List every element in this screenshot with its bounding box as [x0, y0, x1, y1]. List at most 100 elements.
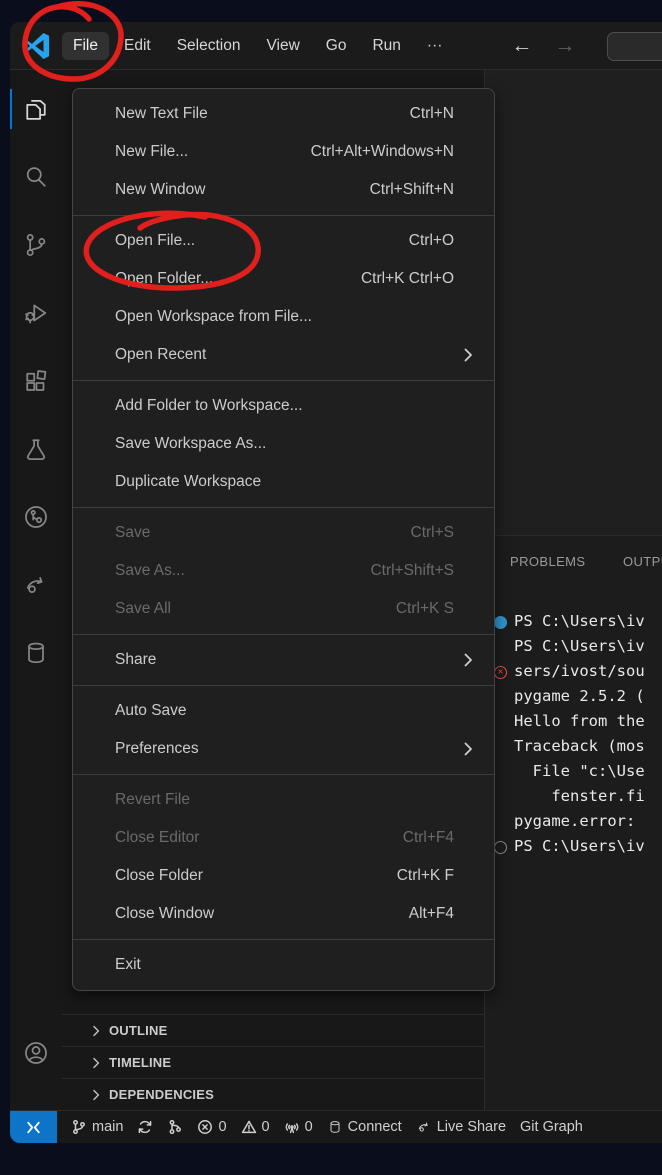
status-item-0[interactable]: 0 — [284, 1119, 313, 1135]
menu-item-add-folder-to-workspace[interactable]: Add Folder to Workspace... — [73, 387, 494, 425]
terminal-line: PS C:\Users\iv — [485, 834, 662, 859]
status-item-main[interactable]: main — [71, 1119, 123, 1135]
menu-item-label: Open Workspace from File... — [115, 308, 312, 326]
menu-item-revert-file: Revert File — [73, 781, 494, 819]
menu-item-auto-save[interactable]: Auto Save — [73, 692, 494, 730]
status-item-git-graph[interactable]: Git Graph — [520, 1119, 583, 1135]
menu-item-label: Add Folder to Workspace... — [115, 397, 303, 415]
menu-item-label: Close Window — [115, 905, 214, 923]
forward-arrow-icon[interactable]: → — [554, 35, 575, 56]
menubar-item-go[interactable]: Go — [315, 32, 358, 60]
menubar-item-selection[interactable]: Selection — [166, 32, 252, 60]
status-item-label: Connect — [348, 1119, 402, 1135]
menu-item-save-workspace-as[interactable]: Save Workspace As... — [73, 425, 494, 463]
menu-item-new-window[interactable]: New WindowCtrl+Shift+N — [73, 171, 494, 209]
menu-item-label: Duplicate Workspace — [115, 473, 261, 491]
menu-item-shortcut: Ctrl+K Ctrl+O — [361, 270, 454, 288]
menu-item-close-window[interactable]: Close WindowAlt+F4 — [73, 895, 494, 933]
status-item-live-share[interactable]: Live Share — [416, 1119, 506, 1135]
menu-item-shortcut: Ctrl+O — [409, 232, 454, 250]
extensions-icon — [22, 367, 50, 395]
menu-item-shortcut: Ctrl+K F — [397, 867, 454, 885]
terminal-marker-error-icon: ✕ — [494, 666, 507, 679]
menu-item-label: Save Workspace As... — [115, 435, 266, 453]
terminal-marker-pending-icon — [494, 841, 507, 854]
tab-problems[interactable]: PROBLEMS — [510, 554, 585, 569]
activity-bar — [10, 70, 62, 1110]
tab-output[interactable]: OUTPUT — [623, 554, 662, 569]
back-arrow-icon[interactable]: ← — [511, 35, 532, 56]
status-item-git-graph[interactable] — [167, 1119, 183, 1135]
terminal-line-text: fenster.fi — [514, 787, 645, 805]
remote-indicator-button[interactable] — [10, 1111, 57, 1144]
menu-item-new-file[interactable]: New File...Ctrl+Alt+Windows+N — [73, 133, 494, 171]
terminal-line-text: Traceback (mos — [514, 737, 645, 755]
sync-icon — [137, 1119, 153, 1135]
terminal-line: ✕sers/ivost/sou — [485, 659, 662, 684]
status-item-label: Git Graph — [520, 1119, 583, 1135]
file-menu-dropdown: New Text FileCtrl+NNew File...Ctrl+Alt+W… — [72, 88, 495, 991]
status-item-label: Live Share — [437, 1119, 506, 1135]
accounts-icon — [22, 1039, 50, 1067]
menu-item-label: Auto Save — [115, 702, 187, 720]
sidebar-section-outline[interactable]: OUTLINE — [62, 1014, 484, 1046]
submenu-chevron-icon — [458, 650, 478, 670]
menu-item-share[interactable]: Share — [73, 641, 494, 679]
activity-item-database[interactable] — [10, 625, 62, 681]
menu-item-open-workspace-from-file[interactable]: Open Workspace from File... — [73, 298, 494, 336]
activity-item-extensions[interactable] — [10, 353, 62, 409]
command-center-search-input[interactable] — [607, 32, 662, 61]
status-bar: main 0 0 0 Connect Live Share Git Graph — [10, 1110, 662, 1143]
menu-item-preferences[interactable]: Preferences — [73, 730, 494, 768]
activity-item-accounts[interactable] — [10, 1025, 62, 1081]
remote-icon — [25, 1119, 42, 1136]
menu-item-save: SaveCtrl+S — [73, 514, 494, 552]
activity-item-live-share[interactable] — [10, 557, 62, 613]
menu-item-label: New Window — [115, 181, 205, 199]
terminal-line-text: pygame 2.5.2 ( — [514, 687, 645, 705]
status-item-label: main — [92, 1119, 123, 1135]
menu-item-save-as: Save As...Ctrl+Shift+S — [73, 552, 494, 590]
status-item-label: 0 — [262, 1119, 270, 1135]
status-item-sync[interactable] — [137, 1119, 153, 1135]
menu-item-exit[interactable]: Exit — [73, 946, 494, 984]
activity-item-gitlens[interactable] — [10, 489, 62, 545]
menubar-item-run[interactable]: Run — [361, 32, 411, 60]
activity-item-explorer[interactable] — [10, 81, 62, 137]
status-item-0[interactable]: 0 — [241, 1119, 270, 1135]
terminal-line-text: PS C:\Users\iv — [514, 637, 645, 655]
sidebar-section-timeline[interactable]: TIMELINE — [62, 1046, 484, 1078]
section-chevron-icon — [88, 1023, 104, 1039]
sidebar-section-dependencies[interactable]: DEPENDENCIES — [62, 1078, 484, 1110]
menu-item-open-recent[interactable]: Open Recent — [73, 336, 494, 374]
menu-item-label: Close Folder — [115, 867, 203, 885]
status-item-label: 0 — [305, 1119, 313, 1135]
activity-item-search[interactable] — [10, 149, 62, 205]
menu-separator — [73, 939, 494, 940]
search-icon — [22, 163, 50, 191]
activity-item-source-control[interactable] — [10, 217, 62, 273]
menubar-item-edit[interactable]: Edit — [113, 32, 162, 60]
menu-item-new-text-file[interactable]: New Text FileCtrl+N — [73, 95, 494, 133]
menu-item-open-folder[interactable]: Open Folder...Ctrl+K Ctrl+O — [73, 260, 494, 298]
status-item-connect[interactable]: Connect — [327, 1119, 402, 1135]
terminal-line: fenster.fi — [485, 784, 662, 809]
activity-item-run-and-debug[interactable] — [10, 285, 62, 341]
menubar-item-file[interactable]: File — [62, 32, 109, 60]
menu-item-duplicate-workspace[interactable]: Duplicate Workspace — [73, 463, 494, 501]
status-item-0[interactable]: 0 — [197, 1119, 226, 1135]
vscode-logo-icon — [24, 33, 50, 59]
menu-item-open-file[interactable]: Open File... Ctrl+O — [73, 222, 494, 260]
terminal-line: Hello from the — [485, 709, 662, 734]
activity-item-testing[interactable] — [10, 421, 62, 477]
menu-item-close-folder[interactable]: Close Folder Ctrl+K F — [73, 857, 494, 895]
menubar-item-more[interactable]: ··· — [416, 32, 454, 60]
warning-triangle-icon — [241, 1119, 257, 1135]
menu-item-label: Open File... — [115, 232, 195, 250]
terminal-line: PS C:\Users\iv — [485, 609, 662, 634]
menu-item-save-all: Save AllCtrl+K S — [73, 590, 494, 628]
menubar-item-view[interactable]: View — [255, 32, 310, 60]
terminal-line: pygame.error: — [485, 809, 662, 834]
submenu-chevron-icon — [458, 739, 478, 759]
status-items: main 0 0 0 Connect Live Share Git Graph — [57, 1119, 583, 1135]
